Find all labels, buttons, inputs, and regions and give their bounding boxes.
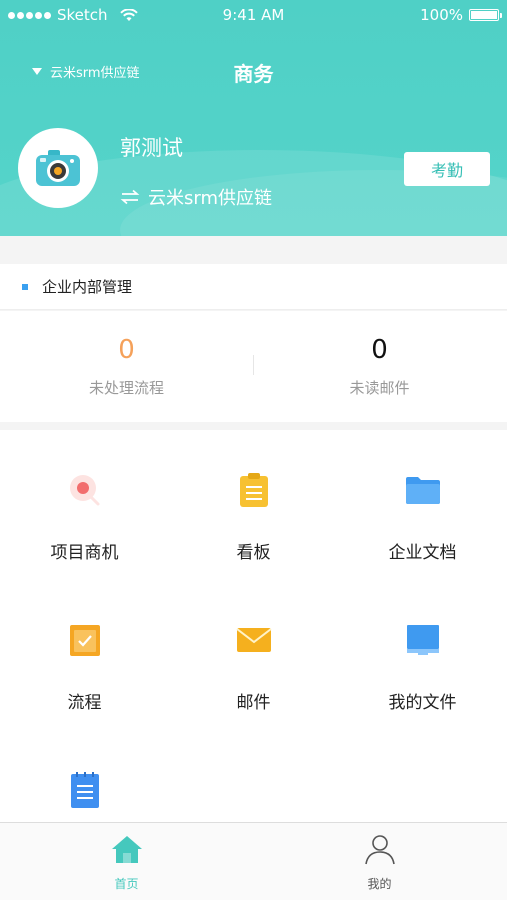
- clipboard-icon: [234, 470, 274, 510]
- grid-item-process[interactable]: 流程: [0, 580, 169, 730]
- status-bar: Sketch 9:41 AM 100%: [0, 0, 507, 30]
- folder-icon: [403, 470, 443, 510]
- grid-item-label: 邮件: [236, 693, 271, 713]
- nav-bar: 云米srm供应链 商务: [0, 56, 507, 88]
- battery-icon: [469, 9, 502, 21]
- section-header: 企业内部管理: [0, 264, 507, 310]
- stat-pending-process[interactable]: 0 未处理流程: [0, 335, 253, 398]
- attendance-button[interactable]: 考勤: [404, 152, 490, 186]
- header: Sketch 9:41 AM 100% 云米srm供应链 商务 郭测试 云米sr…: [0, 0, 507, 236]
- notepad-icon: [65, 770, 105, 810]
- grid-item-mail[interactable]: 邮件: [169, 580, 338, 730]
- tab-mine[interactable]: 我的: [253, 831, 506, 892]
- profile-card: 郭测试 云米srm供应链 考勤: [0, 128, 507, 212]
- grid-item-company-docs[interactable]: 企业文档: [338, 430, 507, 580]
- section-title: 企业内部管理: [42, 278, 133, 296]
- stat-label: 未处理流程: [88, 379, 164, 397]
- stat-unread-mail[interactable]: 0 未读邮件: [253, 335, 506, 398]
- status-right: 100%: [420, 6, 502, 24]
- app-grid: 项目商机 看板 企业文档 流程 邮件 我的文件: [0, 430, 507, 822]
- opportunity-icon: [65, 470, 105, 510]
- user-icon: [362, 831, 398, 867]
- battery-percent: 100%: [420, 6, 463, 24]
- avatar[interactable]: [18, 128, 98, 208]
- switch-arrows-icon: [120, 189, 140, 205]
- tab-home[interactable]: 首页: [0, 831, 253, 892]
- grid-item-label: 项目商机: [50, 543, 119, 563]
- grid-item-label: 流程: [67, 693, 102, 713]
- tab-bar: 首页 我的: [0, 822, 507, 900]
- monitor-icon: [403, 620, 443, 660]
- page-title: 商务: [233, 62, 274, 86]
- stat-label: 未读邮件: [349, 379, 410, 397]
- grid-item-notes[interactable]: [0, 730, 169, 822]
- home-icon: [109, 831, 145, 867]
- mail-icon: [234, 620, 274, 660]
- grid-item-label: 企业文档: [388, 543, 457, 563]
- grid-item-opportunity[interactable]: 项目商机: [0, 430, 169, 580]
- grid-item-board[interactable]: 看板: [169, 430, 338, 580]
- screen: Sketch 9:41 AM 100% 云米srm供应链 商务 郭测试 云米sr…: [0, 0, 507, 900]
- section-marker: [22, 283, 28, 290]
- tab-mine-label: 我的: [367, 877, 392, 891]
- user-org-label: 云米srm供应链: [148, 188, 272, 209]
- grid-item-label: 我的文件: [388, 693, 457, 713]
- user-name: 郭测试: [120, 136, 183, 160]
- stat-value: 0: [371, 335, 388, 365]
- checklist-icon: [65, 620, 105, 660]
- grid-item-label: 看板: [236, 543, 271, 563]
- stat-value: 0: [118, 335, 135, 365]
- camera-icon: [36, 150, 80, 186]
- tab-home-label: 首页: [114, 877, 139, 891]
- stats-panel: 0 未处理流程 0 未读邮件: [0, 311, 507, 422]
- user-org[interactable]: 云米srm供应链: [120, 184, 272, 210]
- grid-item-my-files[interactable]: 我的文件: [338, 580, 507, 730]
